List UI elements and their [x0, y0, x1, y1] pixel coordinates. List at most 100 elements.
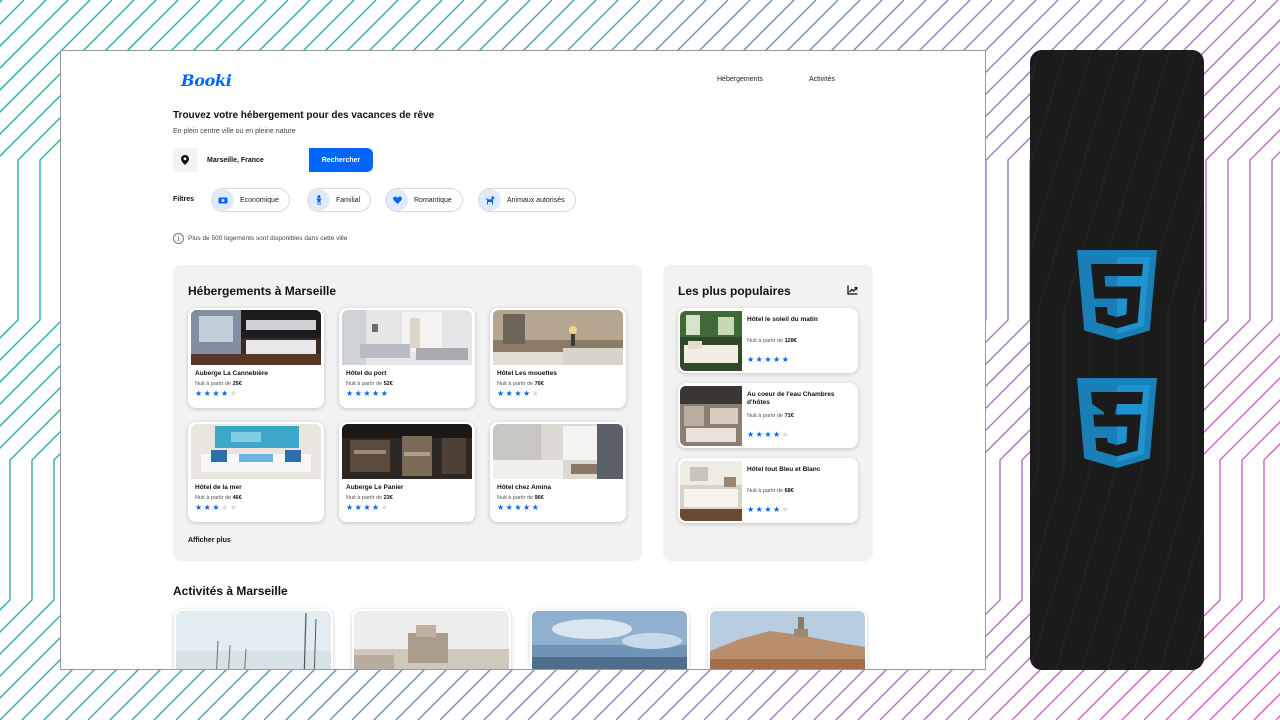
- star-empty-icon: ★: [380, 503, 388, 512]
- activities-title: Activités à Marseille: [173, 584, 288, 598]
- filter-chip-romantique[interactable]: Romantique: [385, 188, 463, 212]
- activity-photo: [176, 611, 331, 669]
- accommodation-card[interactable]: Auberge Le Panier Nuit à partir de 23€ ★…: [339, 422, 475, 522]
- star-filled-icon: ★: [346, 503, 354, 512]
- nav-link-hebergements[interactable]: Hébergements: [717, 76, 763, 83]
- star-empty-icon: ★: [781, 430, 789, 439]
- rating-stars: ★ ★ ★ ★ ★: [195, 390, 238, 398]
- rating-stars: ★ ★ ★ ★ ★: [747, 356, 790, 364]
- map-pin-icon: [173, 148, 197, 172]
- search-button[interactable]: Rechercher: [309, 148, 373, 172]
- accommodation-card[interactable]: Auberge La Cannebière Nuit à partir de 2…: [188, 308, 324, 408]
- popular-card[interactable]: Hôtel tout Bleu et Blanc Nuit à partir d…: [678, 458, 858, 523]
- star-filled-icon: ★: [346, 389, 354, 398]
- star-filled-icon: ★: [497, 389, 505, 398]
- filter-chip-familial[interactable]: Familial: [307, 188, 372, 212]
- popular-title: Les plus populaires: [678, 284, 791, 298]
- trending-up-icon: [847, 285, 858, 295]
- filters-label: Filtres: [173, 196, 195, 203]
- card-name: Au coeur de l'eau Chambres d'hôtes: [747, 391, 835, 406]
- activity-photo: [354, 611, 509, 669]
- availability-text: Plus de 500 logements sont disponibles d…: [188, 235, 348, 242]
- star-filled-icon: ★: [523, 389, 531, 398]
- star-filled-icon: ★: [203, 503, 211, 512]
- star-filled-icon: ★: [212, 389, 220, 398]
- activity-card[interactable]: [174, 609, 333, 669]
- star-filled-icon: ★: [773, 505, 781, 514]
- availability-info: i Plus de 500 logements sont disponibles…: [173, 233, 347, 244]
- hotel-photo: [493, 310, 623, 365]
- search-input[interactable]: Marseille, France: [197, 148, 309, 172]
- popular-card[interactable]: Hôtel le soleil du matin Nuit à partir d…: [678, 308, 858, 373]
- activity-card[interactable]: [352, 609, 511, 669]
- tech-side-panel: [1030, 50, 1204, 670]
- filter-chip-economique[interactable]: Economique: [211, 188, 290, 212]
- activity-card[interactable]: [530, 609, 689, 669]
- card-name: Hôtel tout Bleu et Blanc: [747, 466, 821, 473]
- accommodation-card[interactable]: Hôtel de la mer Nuit à partir de 46€ ★ ★ ★…: [188, 422, 324, 522]
- star-filled-icon: ★: [747, 505, 755, 514]
- show-more-link[interactable]: Afficher plus: [188, 537, 231, 544]
- booki-page: Booki Hébergements Activités Trouvez vot…: [61, 51, 985, 669]
- accommodations-section: Hébergements à Marseille Auberge La Cann…: [173, 265, 642, 561]
- star-filled-icon: ★: [764, 430, 772, 439]
- star-filled-icon: ★: [523, 503, 531, 512]
- info-icon: i: [173, 233, 184, 244]
- accommodation-card[interactable]: Hôtel Les mouettes Nuit à partir de 76€ …: [490, 308, 626, 408]
- hotel-photo: [191, 310, 321, 365]
- card-price: Nuit à partir de 46€: [195, 495, 242, 501]
- card-price: Nuit à partir de 71€: [747, 413, 794, 419]
- hotel-photo: [680, 461, 742, 521]
- star-filled-icon: ★: [764, 355, 772, 364]
- star-empty-icon: ★: [531, 389, 539, 398]
- star-filled-icon: ★: [221, 389, 229, 398]
- star-empty-icon: ★: [221, 503, 229, 512]
- card-price: Nuit à partir de 76€: [497, 381, 544, 387]
- star-empty-icon: ★: [781, 505, 789, 514]
- hero-title: Trouvez votre hébergement pour des vacan…: [173, 110, 435, 121]
- star-filled-icon: ★: [212, 503, 220, 512]
- star-filled-icon: ★: [505, 503, 513, 512]
- popular-section: Les plus populaires Hôtel le soleil du m…: [663, 265, 873, 561]
- hotel-photo: [342, 310, 472, 365]
- card-name: Hôtel chez Amina: [497, 484, 551, 491]
- booki-logo[interactable]: Booki: [181, 71, 232, 90]
- filter-label: Economique: [240, 196, 279, 204]
- money-icon: [212, 189, 234, 211]
- card-price: Nuit à partir de 96€: [497, 495, 544, 501]
- activity-card[interactable]: [708, 609, 867, 669]
- filter-label: Romantique: [414, 196, 452, 204]
- accommodation-card[interactable]: Hôtel du port Nuit à partir de 52€ ★ ★ ★ ★ ★: [339, 308, 475, 408]
- rating-stars: ★ ★ ★ ★ ★: [346, 504, 389, 512]
- star-filled-icon: ★: [781, 355, 789, 364]
- accommodation-card[interactable]: Hôtel chez Amina Nuit à partir de 96€ ★ ★…: [490, 422, 626, 522]
- hero-subtitle: En plein centre ville ou en pleine natur…: [173, 128, 296, 135]
- hotel-photo: [191, 424, 321, 479]
- star-filled-icon: ★: [497, 503, 505, 512]
- star-filled-icon: ★: [755, 430, 763, 439]
- hotel-photo: [680, 386, 742, 446]
- nav-link-activites[interactable]: Activités: [809, 76, 835, 83]
- star-filled-icon: ★: [755, 505, 763, 514]
- filter-chip-animaux[interactable]: Animaux autorisés: [478, 188, 576, 212]
- star-filled-icon: ★: [354, 503, 362, 512]
- hotel-photo: [493, 424, 623, 479]
- card-name: Hôtel de la mer: [195, 484, 242, 491]
- rating-stars: ★ ★ ★ ★ ★: [747, 431, 790, 439]
- star-filled-icon: ★: [514, 503, 522, 512]
- star-filled-icon: ★: [372, 503, 380, 512]
- popular-card[interactable]: Au coeur de l'eau Chambres d'hôtes Nuit …: [678, 383, 858, 448]
- star-filled-icon: ★: [195, 389, 203, 398]
- filter-label: Animaux autorisés: [507, 196, 565, 204]
- card-name: Hôtel le soleil du matin: [747, 316, 818, 323]
- rating-stars: ★ ★ ★ ★ ★: [195, 504, 238, 512]
- star-filled-icon: ★: [354, 389, 362, 398]
- star-filled-icon: ★: [380, 389, 388, 398]
- card-price: Nuit à partir de 52€: [346, 381, 393, 387]
- star-filled-icon: ★: [764, 505, 772, 514]
- star-filled-icon: ★: [372, 389, 380, 398]
- star-filled-icon: ★: [514, 389, 522, 398]
- heart-icon: [386, 189, 408, 211]
- filter-label: Familial: [336, 196, 361, 204]
- star-empty-icon: ★: [229, 389, 237, 398]
